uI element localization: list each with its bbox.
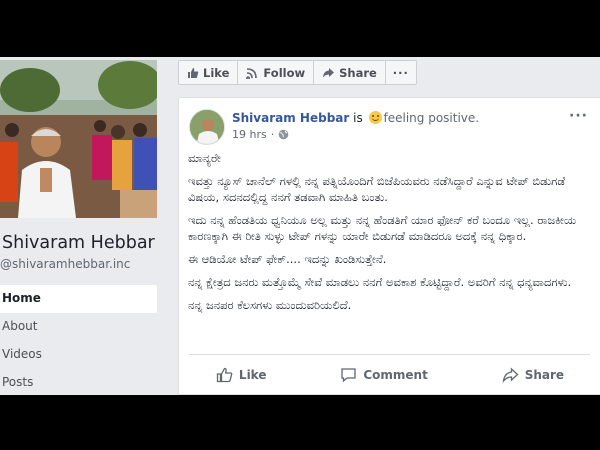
thumbs-up-icon: [216, 367, 233, 383]
post-time[interactable]: 19 hrs: [232, 128, 267, 141]
facebook-page: Shivaram Hebbar @shivaramhebbar.inc Home…: [0, 57, 600, 395]
post-is-text: is: [349, 111, 367, 125]
post-paragraph: ಈ ಆಡಿಯೋ ಟೇಪ್ ಫೇಕ್.... ಇದನ್ನು ಖಂಡಿಸುತ್ತೇನ…: [188, 252, 387, 266]
post-options-button[interactable]: ···: [569, 108, 588, 124]
follow-page-label: Follow: [263, 65, 306, 80]
post-paragraph: ಇದು ನನ್ನ ಹೆಂಡತಿಯ ಧ್ವನಿಯೂ ಅಲ್ಲ ಮತ್ತು ನನ್ನ…: [188, 213, 577, 243]
author-avatar-image: [190, 110, 224, 144]
post-paragraph: ನನ್ನ ಕ್ಷೇತ್ರದ ಜನರು ಮತ್ತೊಮ್ಮೆ ಸೇವೆ ಮಾಡಲು …: [188, 275, 572, 289]
post-divider: [189, 354, 590, 355]
post-feeling: feeling positive.: [383, 111, 480, 125]
nav-item-home[interactable]: Home: [0, 285, 157, 313]
profile-photo-image: [0, 60, 157, 218]
more-options-button[interactable]: ···: [384, 60, 417, 85]
post-like-button[interactable]: Like: [216, 367, 267, 383]
author-avatar[interactable]: [189, 109, 225, 145]
rss-follow-icon: [246, 67, 258, 79]
post-comment-button[interactable]: Comment: [340, 367, 428, 383]
post-author-link[interactable]: Shivaram Hebbar: [232, 111, 349, 125]
profile-handle[interactable]: @shivaramhebbar.inc: [0, 257, 130, 271]
post-share-label: Share: [524, 368, 565, 382]
separator-dot: ·: [270, 128, 275, 141]
relieved-face-icon: [368, 111, 382, 124]
post-card: Shivaram Hebbar is feeling positive. 19 …: [178, 97, 600, 395]
nav-item-posts[interactable]: Posts: [0, 369, 157, 395]
profile-photo[interactable]: [0, 60, 157, 218]
post-timestamp-row: 19 hrs ·: [232, 128, 289, 141]
globe-icon[interactable]: [278, 129, 289, 140]
post-paragraph: ಇವತ್ತು ನ್ಯೂಸ್ ಚಾನೆಲ್ ಗಳಲ್ಲಿ ನನ್ನ ಪತ್ನಿಯೊ…: [188, 174, 566, 204]
post-like-label: Like: [238, 368, 267, 382]
share-arrow-icon: [502, 367, 519, 383]
thumbs-up-icon: [188, 67, 199, 78]
share-page-button[interactable]: Share: [313, 60, 386, 85]
post-header: Shivaram Hebbar is feeling positive.: [232, 111, 479, 125]
nav-item-about[interactable]: About: [0, 313, 157, 341]
post-paragraph: ನನ್ನ ಜನಪರ ಕೆಲಸಗಳು ಮುಂದುವರಿಯಲಿದೆ.: [188, 298, 352, 312]
post-paragraph: ಮಾನ್ಯರೇ: [188, 151, 221, 165]
like-page-button[interactable]: Like: [178, 60, 239, 85]
post-body: ಮಾನ್ಯರೇ ಇವತ್ತು ನ್ಯೂಸ್ ಚಾನೆಲ್ ಗಳಲ್ಲಿ ನನ್ನ…: [188, 150, 593, 320]
comment-bubble-icon: [341, 368, 356, 383]
post-share-button[interactable]: Share: [502, 367, 564, 383]
post-action-bar: Like Comment Share: [179, 360, 600, 390]
post-comment-label: Comment: [363, 368, 428, 382]
like-page-label: Like: [203, 65, 230, 80]
page-action-bar: Like Follow Share ···: [178, 60, 417, 85]
nav-item-videos[interactable]: Videos: [0, 341, 157, 369]
share-page-label: Share: [339, 65, 377, 80]
left-column: Shivaram Hebbar @shivaramhebbar.inc Home…: [0, 57, 160, 395]
profile-name[interactable]: Shivaram Hebbar: [2, 233, 155, 253]
share-arrow-icon: [323, 67, 335, 77]
page-nav: Home About Videos Posts: [0, 285, 157, 395]
follow-page-button[interactable]: Follow: [237, 60, 315, 85]
